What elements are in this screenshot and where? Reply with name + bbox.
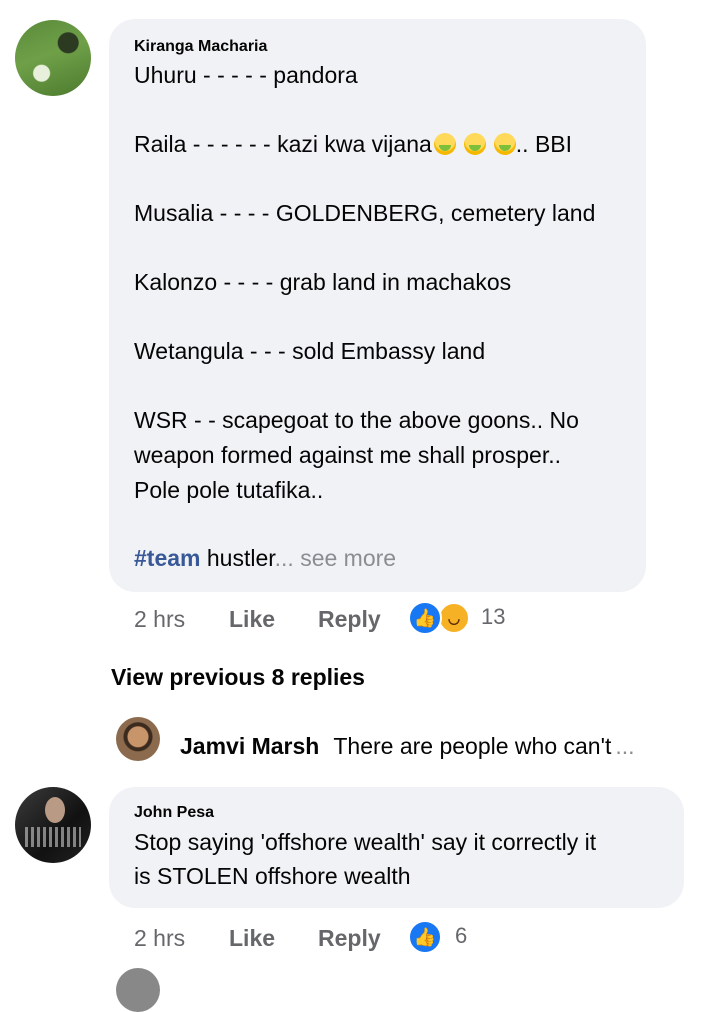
comment-author-1[interactable]: Kiranga Macharia: [134, 38, 267, 56]
like-icon: 👍: [408, 920, 442, 954]
comment-1-reaction-count[interactable]: 13: [481, 604, 505, 630]
view-previous-replies-link[interactable]: View previous 8 replies: [111, 664, 365, 691]
comment-2-reaction-count[interactable]: 6: [455, 923, 467, 949]
avatar-jamvi-marsh[interactable]: [116, 717, 160, 761]
comment-1-reply-button[interactable]: Reply: [318, 606, 381, 633]
comment-1-line-2: Raila - - - - - - kazi kwa vijana .. BBI: [134, 131, 572, 157]
comment-1-line-4: Kalonzo - - - - grab land in machakos: [134, 269, 512, 295]
reply-preview-ellipsis: ...: [615, 733, 635, 759]
avatar-john-pesa[interactable]: [15, 787, 91, 863]
comment-1-line-3: Musalia - - - - GOLDENBERG, cemetery lan…: [134, 200, 596, 226]
comment-2-reply-button[interactable]: Reply: [318, 925, 381, 952]
reply-preview-author[interactable]: Jamvi Marsh: [180, 733, 319, 759]
hashtag-rest: hustler: [200, 545, 275, 571]
comment-author-2[interactable]: John Pesa: [134, 804, 214, 822]
comment-1-line-2-suffix: .. BBI: [515, 131, 573, 157]
like-icon: 👍: [408, 601, 442, 635]
comment-2-reactions[interactable]: 👍: [408, 919, 446, 955]
comment-1-hashtag-line: #team hustler... see more: [134, 545, 396, 571]
comment-bubble-1: [109, 19, 646, 592]
face-vomiting-emoji-icon: [463, 133, 486, 155]
comment-2-line-1: Stop saying 'offshore wealth' say it cor…: [134, 829, 597, 855]
haha-icon: ◡: [438, 602, 470, 634]
comment-1-line-2-text: Raila - - - - - - kazi kwa vijana: [134, 131, 432, 157]
comment-1-line-8: Pole pole tutafika..: [134, 477, 324, 503]
face-vomiting-emoji-icon: [493, 133, 516, 155]
avatar-next-reply[interactable]: [116, 968, 160, 1012]
comment-1-line-1: Uhuru - - - - - pandora: [134, 62, 358, 88]
comment-1-like-button[interactable]: Like: [229, 606, 275, 633]
avatar-kiranga-macharia[interactable]: [15, 20, 91, 96]
comment-1-reactions[interactable]: ◡ 👍: [408, 600, 478, 636]
comment-1-time: 2 hrs: [134, 606, 186, 632]
face-vomiting-emoji-icon: [433, 133, 456, 155]
comment-1-line-5: Wetangula - - - sold Embassy land: [134, 338, 486, 364]
reply-preview[interactable]: Jamvi Marsh There are people who can't...: [180, 733, 635, 760]
hashtag-link[interactable]: #team: [134, 545, 200, 571]
comment-1-line-6: WSR - - scapegoat to the above goons.. N…: [134, 407, 579, 433]
comment-2-time: 2 hrs: [134, 925, 186, 951]
comment-2-line-2: is STOLEN offshore wealth: [134, 863, 411, 889]
comment-2-like-button[interactable]: Like: [229, 925, 275, 952]
comment-1-line-7: weapon formed against me shall prosper..: [134, 442, 562, 468]
reply-preview-text: There are people who can't: [333, 733, 612, 759]
see-more-link[interactable]: ... see more: [275, 545, 396, 571]
